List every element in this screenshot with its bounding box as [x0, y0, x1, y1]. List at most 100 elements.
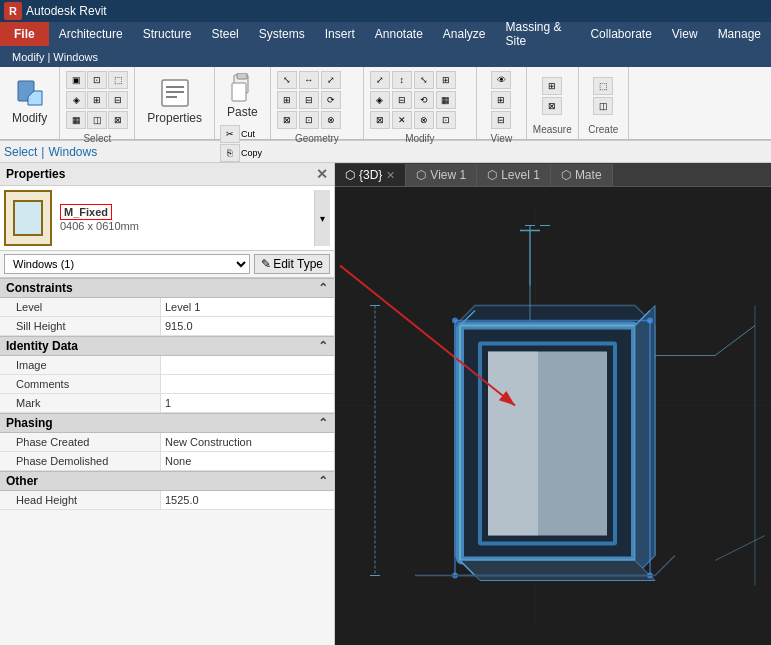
section-phasing-expand[interactable]: ⌃: [318, 416, 328, 430]
section-identity-expand[interactable]: ⌃: [318, 339, 328, 353]
measure-icon-2[interactable]: ⊠: [542, 97, 562, 115]
geo-icon-2[interactable]: ↔: [299, 71, 319, 89]
modify-button[interactable]: Modify: [6, 75, 53, 127]
geometry-icons: ⤡ ↔ ⤢ ⊞ ⊟ ⟳ ⊠ ⊡ ⊗: [275, 69, 359, 131]
type-dropdown-button[interactable]: ▾: [314, 190, 330, 246]
prop-comments-label: Comments: [0, 375, 161, 393]
select-icon-1[interactable]: ▣: [66, 71, 86, 89]
properties-button[interactable]: Properties: [141, 75, 208, 127]
properties-panel-header: Properties ✕: [0, 163, 334, 186]
geo-icon-8[interactable]: ⊡: [299, 111, 319, 129]
select-icon-2[interactable]: ⊡: [87, 71, 107, 89]
title-text: Autodesk Revit: [26, 4, 107, 18]
svg-marker-22: [635, 306, 655, 576]
cut-icon[interactable]: ✂: [220, 125, 240, 143]
file-menu[interactable]: File: [0, 22, 49, 46]
view-icon-2[interactable]: ⊞: [491, 91, 511, 109]
select-icon-4[interactable]: ◈: [66, 91, 86, 109]
modify-select-bar: Select | Windows: [0, 141, 771, 163]
menu-view[interactable]: View: [662, 22, 708, 46]
tab-view1[interactable]: ⬡ View 1: [406, 164, 477, 186]
mod2-icon-1[interactable]: ⤢: [370, 71, 390, 89]
prop-level-value[interactable]: Level 1: [161, 298, 334, 316]
tab-mate-label: Mate: [575, 168, 602, 182]
select-icon-6[interactable]: ⊟: [108, 91, 128, 109]
prop-mark-value[interactable]: 1: [161, 394, 334, 412]
properties-table: Constraints ⌃ Level Level 1 Sill Height …: [0, 278, 334, 645]
tab-modify-windows[interactable]: Modify | Windows: [0, 46, 110, 67]
ribbon-tabs: Modify | Windows: [0, 46, 771, 67]
modify-icon: [14, 77, 46, 109]
modify2-group-label: Modify: [403, 131, 436, 146]
type-selector-row: Windows (1) ✎ Edit Type: [0, 251, 334, 278]
prop-phase-demolished-value[interactable]: None: [161, 452, 334, 470]
view-icon-1[interactable]: 👁: [491, 71, 511, 89]
menu-manage[interactable]: Manage: [708, 22, 771, 46]
select-icon-9[interactable]: ⊠: [108, 111, 128, 129]
geo-icon-7[interactable]: ⊠: [277, 111, 297, 129]
select-icon-8[interactable]: ◫: [87, 111, 107, 129]
menu-steel[interactable]: Steel: [201, 22, 248, 46]
menu-annotate[interactable]: Annotate: [365, 22, 433, 46]
view-icon-3[interactable]: ⊟: [491, 111, 511, 129]
menu-systems[interactable]: Systems: [249, 22, 315, 46]
tab-mate[interactable]: ⬡ Mate: [551, 164, 613, 186]
menu-insert[interactable]: Insert: [315, 22, 365, 46]
app-logo: R: [4, 2, 22, 20]
properties-title: Properties: [6, 167, 65, 181]
mod2-icon-6[interactable]: ⊟: [392, 91, 412, 109]
prop-head-height-value[interactable]: 1525.0: [161, 491, 334, 509]
menu-massing[interactable]: Massing & Site: [496, 22, 581, 46]
ribbon-group-create: ⬚ ◫ Create: [579, 67, 629, 139]
select-icon-5[interactable]: ⊞: [87, 91, 107, 109]
tab-level1[interactable]: ⬡ Level 1: [477, 164, 551, 186]
create-icon-2[interactable]: ◫: [593, 97, 613, 115]
panel-close-button[interactable]: ✕: [316, 166, 328, 182]
create-icon-1[interactable]: ⬚: [593, 77, 613, 95]
mod2-icon-10[interactable]: ✕: [392, 111, 412, 129]
mod2-icon-4[interactable]: ⊞: [436, 71, 456, 89]
modify-label: Modify: [12, 111, 47, 125]
section-constraints: Constraints ⌃: [0, 278, 334, 298]
select-icon-3[interactable]: ⬚: [108, 71, 128, 89]
section-constraints-expand[interactable]: ⌃: [318, 281, 328, 295]
mod2-icon-5[interactable]: ◈: [370, 91, 390, 109]
mod2-icon-11[interactable]: ⊗: [414, 111, 434, 129]
select-link[interactable]: Select: [4, 145, 37, 159]
copy-icon[interactable]: ⎘: [220, 144, 240, 162]
tab-3d-close[interactable]: ✕: [386, 169, 395, 182]
geo-icon-6[interactable]: ⟳: [321, 91, 341, 109]
ribbon-group-properties: Properties: [135, 67, 215, 139]
mod2-icon-2[interactable]: ↕: [392, 71, 412, 89]
mod2-icon-8[interactable]: ▦: [436, 91, 456, 109]
geo-icon-3[interactable]: ⤢: [321, 71, 341, 89]
geo-icon-1[interactable]: ⤡: [277, 71, 297, 89]
measure-icon-1[interactable]: ⊞: [542, 77, 562, 95]
menu-collaborate[interactable]: Collaborate: [580, 22, 661, 46]
geo-icon-9[interactable]: ⊗: [321, 111, 341, 129]
tab-3d[interactable]: ⬡ {3D} ✕: [335, 164, 406, 186]
create-group-label: Create: [586, 122, 620, 137]
menu-structure[interactable]: Structure: [133, 22, 202, 46]
geo-icon-5[interactable]: ⊟: [299, 91, 319, 109]
prop-sill-height-value[interactable]: 915.0: [161, 317, 334, 335]
mod2-icon-7[interactable]: ⟲: [414, 91, 434, 109]
instance-selector[interactable]: Windows (1): [4, 254, 250, 274]
prop-phase-created-value[interactable]: New Construction: [161, 433, 334, 451]
select-icon-7[interactable]: ▦: [66, 111, 86, 129]
prop-comments: Comments: [0, 375, 334, 394]
mod2-icon-3[interactable]: ⤡: [414, 71, 434, 89]
menu-architecture[interactable]: Architecture: [49, 22, 133, 46]
edit-type-button[interactable]: ✎ Edit Type: [254, 254, 330, 274]
prop-comments-value[interactable]: [161, 375, 334, 393]
viewport-canvas[interactable]: [335, 187, 771, 645]
mod2-icon-12[interactable]: ⊡: [436, 111, 456, 129]
prop-image-value[interactable]: [161, 356, 334, 374]
svg-rect-8: [237, 73, 247, 79]
section-other-expand[interactable]: ⌃: [318, 474, 328, 488]
menu-analyze[interactable]: Analyze: [433, 22, 496, 46]
prop-sill-height-label: Sill Height: [0, 317, 161, 335]
geo-icon-4[interactable]: ⊞: [277, 91, 297, 109]
paste-button[interactable]: Paste: [223, 71, 262, 121]
mod2-icon-9[interactable]: ⊠: [370, 111, 390, 129]
